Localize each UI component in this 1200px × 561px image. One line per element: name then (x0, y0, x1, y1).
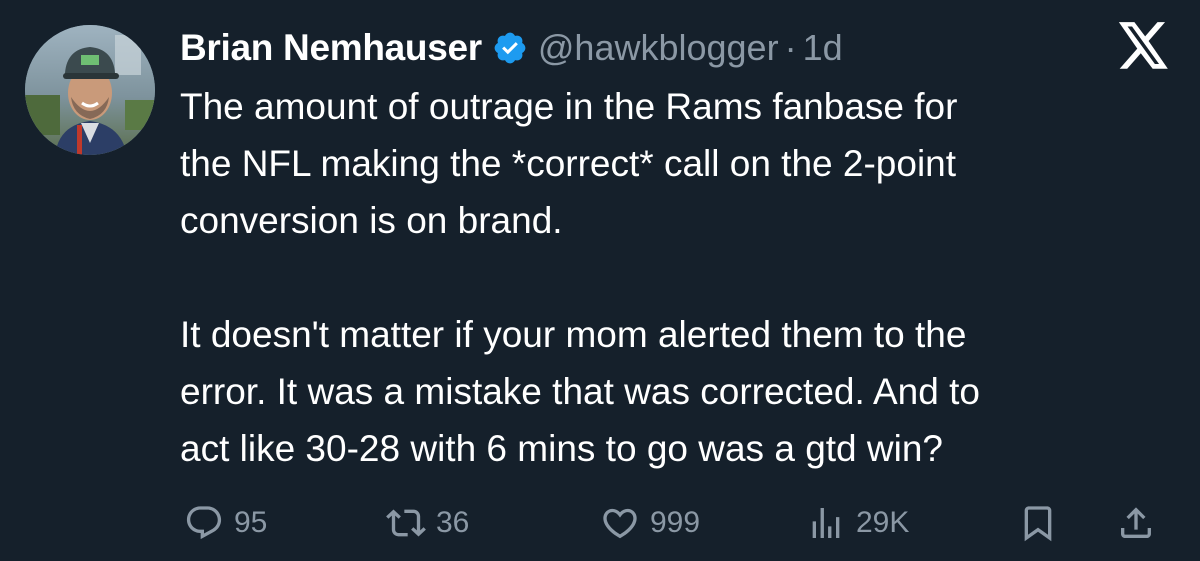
tweet-timestamp[interactable]: 1d (803, 27, 843, 69)
author-display-name[interactable]: Brian Nemhauser (180, 27, 482, 69)
views-count: 29K (856, 506, 910, 539)
heart-icon (603, 508, 637, 539)
avatar-photo (25, 25, 155, 155)
like-button[interactable]: 999 (600, 498, 700, 548)
author-handle[interactable]: @hawkblogger (538, 27, 779, 69)
reply-icon (186, 506, 222, 540)
retweet-button[interactable]: 36 (386, 498, 469, 548)
reply-count: 95 (234, 506, 268, 539)
avatar[interactable] (25, 25, 155, 155)
views-icon (812, 508, 840, 538)
retweet-icon (386, 509, 426, 537)
x-logo-icon (1118, 22, 1170, 70)
bookmark-icon (1024, 506, 1052, 542)
retweet-count: 36 (436, 506, 470, 539)
tweet-paragraph: It doesn't matter if your mom alerted th… (180, 314, 980, 469)
share-icon (1121, 507, 1151, 538)
share-button[interactable] (1116, 498, 1156, 548)
tweet-body: The amount of outrage in the Rams fanbas… (180, 78, 1170, 477)
views-button[interactable]: 29K (806, 498, 909, 548)
tweet-paragraph: The amount of outrage in the Rams fanbas… (180, 86, 958, 241)
like-count: 999 (650, 506, 701, 539)
tweet-actions: 95 36 999 29K (180, 498, 1170, 548)
tweet-header: Brian Nemhauser @hawkblogger · 1d (180, 24, 843, 72)
verified-badge-icon (492, 30, 528, 66)
tweet-card: Brian Nemhauser @hawkblogger · 1d The am… (0, 0, 1200, 561)
separator-dot: · (784, 27, 797, 68)
reply-button[interactable]: 95 (184, 498, 267, 548)
bookmark-button[interactable] (1018, 498, 1058, 548)
